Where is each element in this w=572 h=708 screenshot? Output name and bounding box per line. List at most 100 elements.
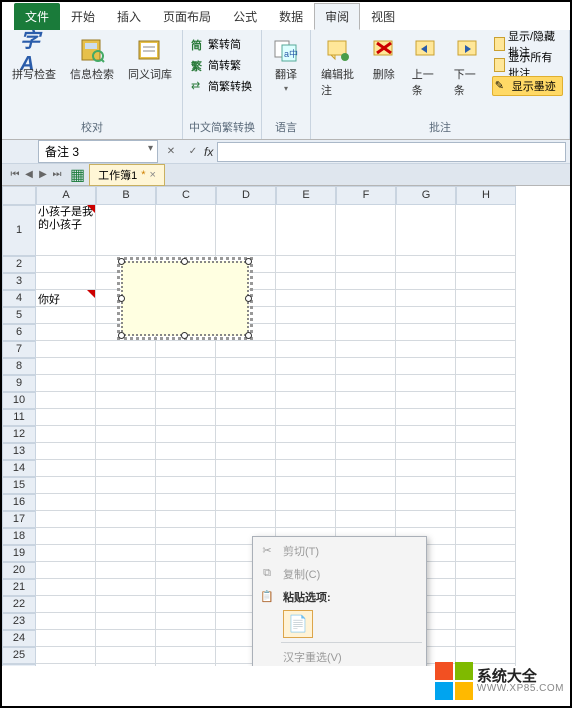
cell[interactable] (156, 630, 216, 647)
resize-handle[interactable] (245, 295, 252, 302)
row-header[interactable]: 25 (2, 647, 36, 664)
cell[interactable] (36, 307, 96, 324)
cell[interactable] (276, 290, 336, 307)
row-header[interactable]: 3 (2, 273, 36, 290)
cell[interactable] (276, 460, 336, 477)
cell[interactable] (456, 494, 516, 511)
cell[interactable] (456, 460, 516, 477)
comment-edit-box[interactable] (121, 261, 249, 336)
row-header[interactable]: 15 (2, 477, 36, 494)
delete-comment-button[interactable]: 删除 (366, 34, 402, 84)
cell[interactable] (36, 630, 96, 647)
row-header[interactable]: 22 (2, 596, 36, 613)
resize-handle[interactable] (181, 258, 188, 265)
row-header[interactable]: 5 (2, 307, 36, 324)
resize-handle[interactable] (118, 295, 125, 302)
row-header[interactable]: 20 (2, 562, 36, 579)
resize-handle[interactable] (118, 258, 125, 265)
cell[interactable] (456, 511, 516, 528)
cell[interactable]: 你好 (36, 290, 96, 307)
cell[interactable] (96, 511, 156, 528)
cell[interactable] (456, 545, 516, 562)
cell[interactable]: 小孩子是我的小孩子 (36, 205, 96, 256)
cell[interactable] (36, 273, 96, 290)
cell[interactable] (36, 256, 96, 273)
cell[interactable] (396, 460, 456, 477)
resize-handle[interactable] (118, 332, 125, 339)
row-header[interactable]: 2 (2, 256, 36, 273)
row-header[interactable]: 17 (2, 511, 36, 528)
fx-icon[interactable]: fx (204, 145, 213, 159)
cell[interactable] (336, 341, 396, 358)
cell[interactable] (276, 256, 336, 273)
cell[interactable] (156, 409, 216, 426)
cell[interactable] (276, 273, 336, 290)
show-ink-button[interactable]: ✎显示墨迹 (492, 76, 563, 96)
tab-formulas[interactable]: 公式 (222, 3, 268, 30)
row-header[interactable]: 10 (2, 392, 36, 409)
cell[interactable] (456, 477, 516, 494)
thesaurus-button[interactable]: 同义词库 (124, 34, 176, 84)
cell[interactable] (276, 494, 336, 511)
row-header[interactable]: 8 (2, 358, 36, 375)
resize-handle[interactable] (245, 332, 252, 339)
name-box[interactable]: 备注 3 (38, 140, 158, 163)
cell[interactable] (216, 511, 276, 528)
cell[interactable] (156, 426, 216, 443)
nav-last-icon[interactable]: ⏭ (50, 168, 64, 182)
cell[interactable] (456, 256, 516, 273)
cell[interactable] (396, 205, 456, 256)
cm-paste-option-1[interactable]: 📄 (283, 610, 313, 638)
cm-copy[interactable]: ⧉复制(C) (253, 562, 426, 585)
cell[interactable] (456, 596, 516, 613)
cell[interactable] (336, 392, 396, 409)
cell[interactable] (96, 443, 156, 460)
cell[interactable] (396, 324, 456, 341)
row-header[interactable]: 11 (2, 409, 36, 426)
column-header[interactable]: E (276, 186, 336, 205)
column-header[interactable]: H (456, 186, 516, 205)
cell[interactable] (276, 426, 336, 443)
cell[interactable] (156, 562, 216, 579)
cell[interactable] (156, 205, 216, 256)
cancel-formula-icon[interactable]: ✕ (162, 143, 180, 161)
row-header[interactable]: 24 (2, 630, 36, 647)
cell[interactable] (216, 477, 276, 494)
column-header[interactable]: D (216, 186, 276, 205)
cell[interactable] (36, 647, 96, 664)
cell[interactable] (156, 392, 216, 409)
cell[interactable] (156, 375, 216, 392)
cell[interactable] (96, 375, 156, 392)
nav-first-icon[interactable]: ⏮ (8, 168, 22, 182)
cell[interactable] (396, 341, 456, 358)
column-header[interactable]: B (96, 186, 156, 205)
cell[interactable] (96, 358, 156, 375)
show-all-comments-button[interactable]: 显示所有批注 (492, 55, 563, 75)
row-header[interactable]: 9 (2, 375, 36, 392)
cell[interactable] (36, 494, 96, 511)
tab-view[interactable]: 视图 (360, 3, 406, 30)
column-header[interactable]: G (396, 186, 456, 205)
cell[interactable] (456, 443, 516, 460)
cell[interactable] (336, 443, 396, 460)
cell[interactable] (276, 443, 336, 460)
cell[interactable] (336, 426, 396, 443)
cell[interactable] (156, 494, 216, 511)
cell[interactable] (276, 307, 336, 324)
cell[interactable] (396, 358, 456, 375)
cell[interactable] (36, 596, 96, 613)
cell[interactable] (36, 392, 96, 409)
nav-next-icon[interactable]: ▶ (36, 168, 50, 182)
column-header[interactable]: A (36, 186, 96, 205)
cell[interactable] (456, 392, 516, 409)
cell[interactable] (336, 511, 396, 528)
cell[interactable] (336, 494, 396, 511)
row-header[interactable]: 6 (2, 324, 36, 341)
cell[interactable] (336, 256, 396, 273)
cell[interactable] (96, 630, 156, 647)
cell[interactable] (156, 511, 216, 528)
cell[interactable] (336, 205, 396, 256)
cell[interactable] (156, 341, 216, 358)
cell[interactable] (96, 477, 156, 494)
row-header[interactable]: 18 (2, 528, 36, 545)
